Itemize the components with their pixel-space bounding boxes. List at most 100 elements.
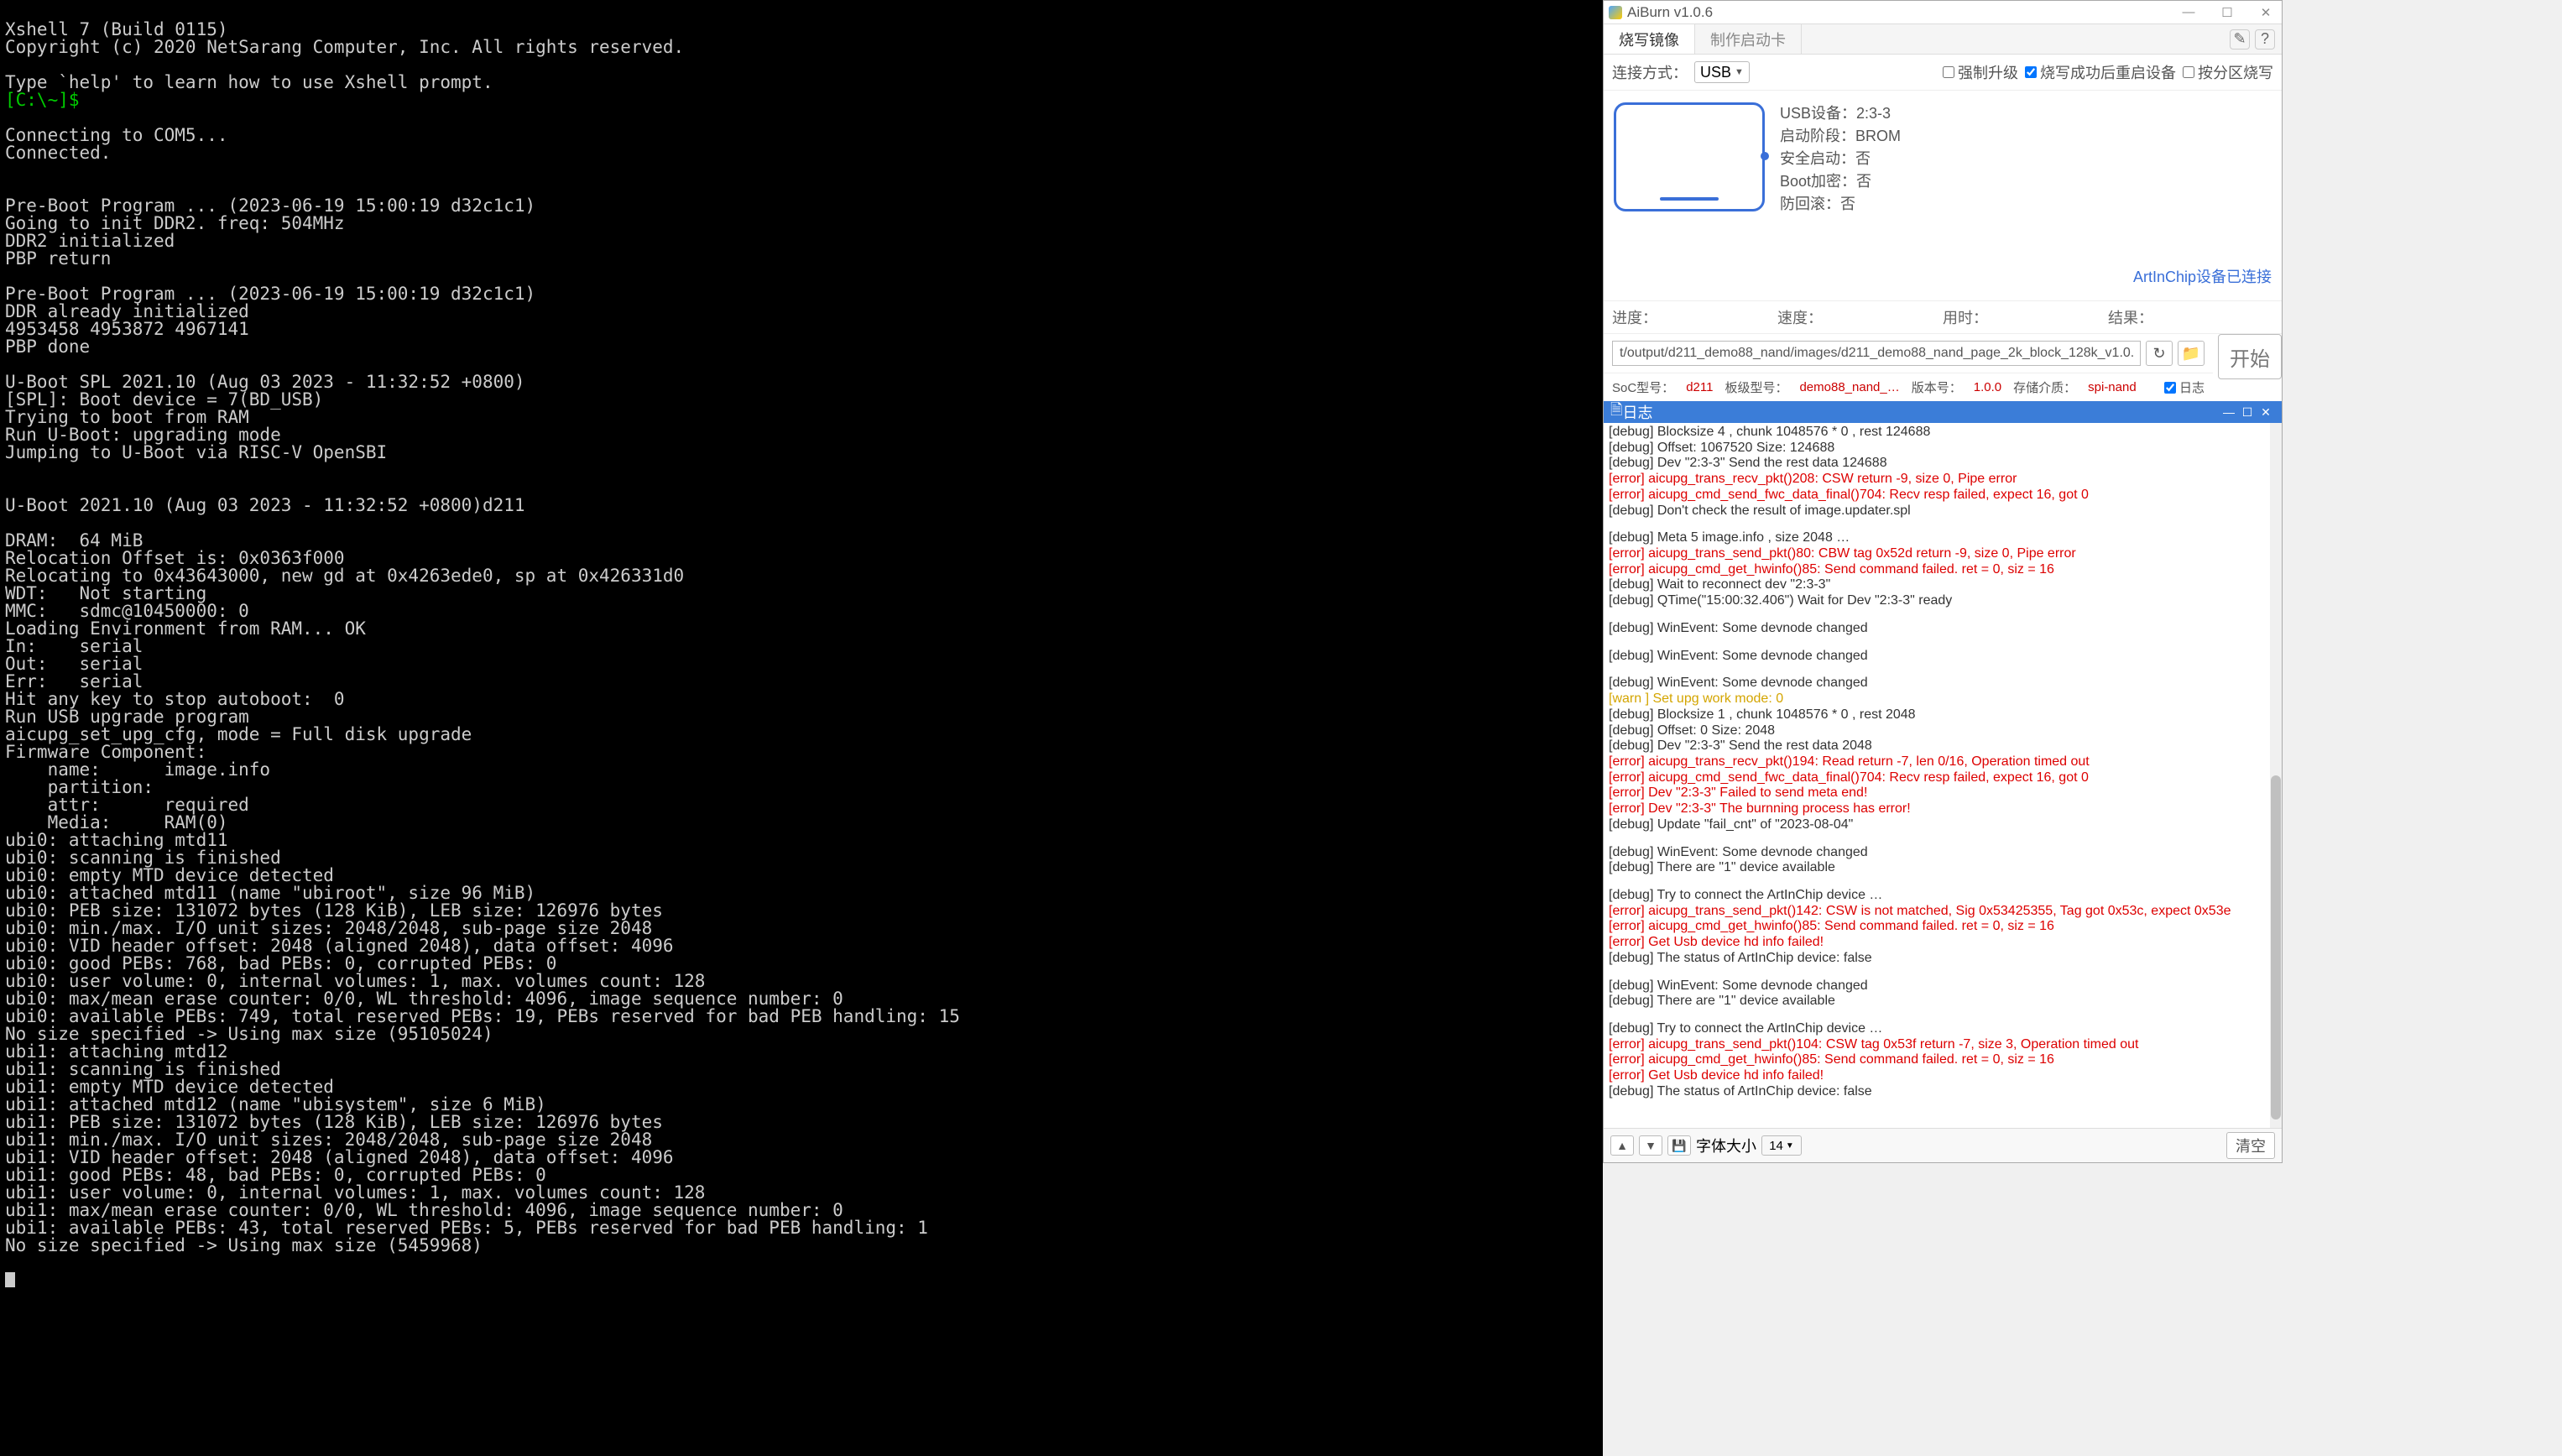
log-line: [error] Dev "2:3-3" Failed to send meta …	[1609, 785, 2277, 801]
log-maximize-button[interactable]: ☐	[2238, 405, 2257, 420]
titlebar: AiBurn v1.0.6 — ☐ ✕	[1604, 1, 2282, 24]
soc-label: SoC型号：	[1612, 378, 1674, 396]
log-line: [debug] Blocksize 4 , chunk 1048576 * 0 …	[1609, 425, 2277, 441]
start-button[interactable]: 开始	[2218, 334, 2282, 379]
log-line: [debug] The status of ArtInChip device: …	[1609, 951, 2277, 967]
log-line: [error] aicupg_cmd_send_fwc_data_final()…	[1609, 488, 2277, 504]
version-label: 版本号：	[1912, 378, 1962, 396]
boot-stage-label: 启动阶段：	[1780, 128, 1855, 144]
scrollbar-thumb[interactable]	[2271, 775, 2281, 1119]
storage-value: spi-nand	[2088, 380, 2137, 394]
boot-encrypt-value: 否	[1856, 173, 1871, 190]
log-close-button[interactable]: ✕	[2257, 405, 2275, 420]
log-line	[1609, 1010, 2277, 1021]
device-info: USB设备：2:3-3 启动阶段：BROM 安全启动：否 Boot加密：否 防回…	[1780, 102, 2272, 289]
log-checkbox-label: 日志	[2179, 378, 2205, 396]
app-logo-icon	[1609, 6, 1622, 19]
log-panel-title: 日志	[1622, 401, 2220, 423]
log-line: [debug] Wait to reconnect dev "2:3-3"	[1609, 577, 2277, 593]
version-value: 1.0.0	[1974, 380, 2001, 394]
minimize-button[interactable]: —	[2178, 4, 2199, 21]
browse-button[interactable]: 📁	[2178, 341, 2205, 366]
log-minimize-button[interactable]: —	[2220, 405, 2238, 419]
rollback-value: 否	[1840, 196, 1855, 212]
log-line: [error] aicupg_cmd_send_fwc_data_final()…	[1609, 770, 2277, 786]
log-line: [debug] Dev "2:3-3" Send the rest data 2…	[1609, 738, 2277, 754]
log-line	[1609, 876, 2277, 888]
log-line: [debug] Dev "2:3-3" Send the rest data 1…	[1609, 456, 2277, 472]
burn-by-partition-label: 按分区烧写	[2198, 61, 2273, 83]
font-size-select[interactable]: 14 ▼	[1761, 1135, 1802, 1156]
connection-select[interactable]: USB ▼	[1694, 61, 1750, 83]
log-line: [debug] WinEvent: Some devnode changed	[1609, 676, 2277, 691]
log-line: [debug] Try to connect the ArtInChip dev…	[1609, 888, 2277, 904]
log-line	[1609, 967, 2277, 978]
force-upgrade-checkbox[interactable]: 强制升级	[1943, 61, 2018, 83]
log-line: [debug] Don't check the result of image.…	[1609, 504, 2277, 519]
rollback-label: 防回滚：	[1780, 196, 1840, 212]
edit-icon[interactable]: ✎	[2230, 29, 2250, 50]
board-label: 板级型号：	[1725, 378, 1787, 396]
log-line: [debug] WinEvent: Some devnode changed	[1609, 649, 2277, 665]
reload-button[interactable]: ↻	[2146, 341, 2173, 366]
log-line	[1609, 833, 2277, 845]
soc-value: d211	[1686, 380, 1713, 394]
log-line	[1609, 664, 2277, 676]
window-title: AiBurn v1.0.6	[1627, 4, 2178, 21]
log-line: [error] Get Usb device hd info failed!	[1609, 935, 2277, 951]
font-size-value: 14	[1769, 1139, 1783, 1153]
secure-boot-label: 安全启动：	[1780, 150, 1855, 167]
connection-label: 连接方式：	[1612, 61, 1688, 83]
log-line: [error] aicupg_cmd_get_hwinfo()85: Send …	[1609, 562, 2277, 578]
help-icon[interactable]: ?	[2255, 29, 2275, 50]
log-scrollbar[interactable]	[2270, 423, 2282, 1128]
log-line: [error] aicupg_trans_send_pkt()104: CSW …	[1609, 1037, 2277, 1053]
scroll-down-button[interactable]: ▼	[1639, 1135, 1662, 1156]
aiburn-window: AiBurn v1.0.6 — ☐ ✕ 烧写镜像 制作启动卡 ✎ ? 连接方式：…	[1603, 0, 2283, 1163]
log-line: [debug] Meta 5 image.info , size 2048 …	[1609, 530, 2277, 546]
device-icon	[1614, 102, 1765, 211]
device-panel: USB设备：2:3-3 启动阶段：BROM 安全启动：否 Boot加密：否 防回…	[1604, 91, 2282, 301]
terminal-prompt: [C:\~]$	[5, 90, 80, 110]
maximize-button[interactable]: ☐	[2216, 4, 2238, 21]
log-line: [debug] There are "1" device available	[1609, 860, 2277, 876]
reboot-after-label: 烧写成功后重启设备	[2040, 61, 2176, 83]
board-value: demo88_nand_…	[1799, 380, 1899, 394]
log-body[interactable]: [debug] Blocksize 4 , chunk 1048576 * 0 …	[1604, 423, 2282, 1128]
log-line	[1609, 609, 2277, 621]
force-upgrade-label: 强制升级	[1958, 61, 2018, 83]
tab-burn-image[interactable]: 烧写镜像	[1604, 24, 1695, 54]
boot-encrypt-label: Boot加密：	[1780, 173, 1856, 190]
log-line: [debug] Blocksize 1 , chunk 1048576 * 0 …	[1609, 707, 2277, 723]
scroll-up-button[interactable]: ▲	[1610, 1135, 1634, 1156]
log-footer: ▲ ▼ 💾 字体大小 14 ▼ 清空	[1604, 1128, 2282, 1162]
connection-row: 连接方式： USB ▼ 强制升级 烧写成功后重启设备 按分区烧写	[1604, 55, 2282, 91]
clear-log-button[interactable]: 清空	[2226, 1132, 2275, 1159]
font-size-label: 字体大小	[1696, 1135, 1756, 1156]
device-connected-link[interactable]: ArtInChip设备已连接	[1780, 266, 2272, 289]
log-line: [error] aicupg_trans_recv_pkt()194: Read…	[1609, 754, 2277, 770]
elapsed-label: 用时：	[1943, 306, 2108, 328]
burn-by-partition-checkbox[interactable]: 按分区烧写	[2183, 61, 2273, 83]
progress-label: 进度：	[1612, 306, 1777, 328]
secure-boot-value: 否	[1855, 150, 1871, 167]
image-path-input[interactable]	[1612, 341, 2141, 366]
reboot-after-checkbox[interactable]: 烧写成功后重启设备	[2025, 61, 2176, 83]
log-line: [error] aicupg_cmd_get_hwinfo()85: Send …	[1609, 1052, 2277, 1068]
log-line: [debug] Offset: 0 Size: 2048	[1609, 723, 2277, 739]
log-line: [debug] WinEvent: Some devnode changed	[1609, 621, 2277, 637]
chevron-down-icon: ▼	[1735, 67, 1744, 77]
tab-make-bootcard[interactable]: 制作启动卡	[1695, 24, 1802, 54]
soc-info-row: SoC型号：d211 板级型号：demo88_nand_… 版本号：1.0.0 …	[1604, 373, 2213, 401]
save-log-button[interactable]: 💾	[1667, 1135, 1691, 1156]
connection-value: USB	[1700, 64, 1731, 81]
xshell-terminal[interactable]: Xshell 7 (Build 0115) Copyright (c) 2020…	[0, 0, 1603, 1456]
log-line: [debug] The status of ArtInChip device: …	[1609, 1084, 2277, 1100]
log-line	[1609, 519, 2277, 530]
log-checkbox[interactable]: 日志	[2164, 378, 2205, 396]
log-line: [error] aicupg_trans_send_pkt()142: CSW …	[1609, 904, 2277, 920]
log-line: [debug] Try to connect the ArtInChip dev…	[1609, 1021, 2277, 1037]
log-line: [error] aicupg_trans_recv_pkt()208: CSW …	[1609, 472, 2277, 488]
close-button[interactable]: ✕	[2255, 4, 2277, 21]
terminal-cursor	[5, 1272, 15, 1287]
